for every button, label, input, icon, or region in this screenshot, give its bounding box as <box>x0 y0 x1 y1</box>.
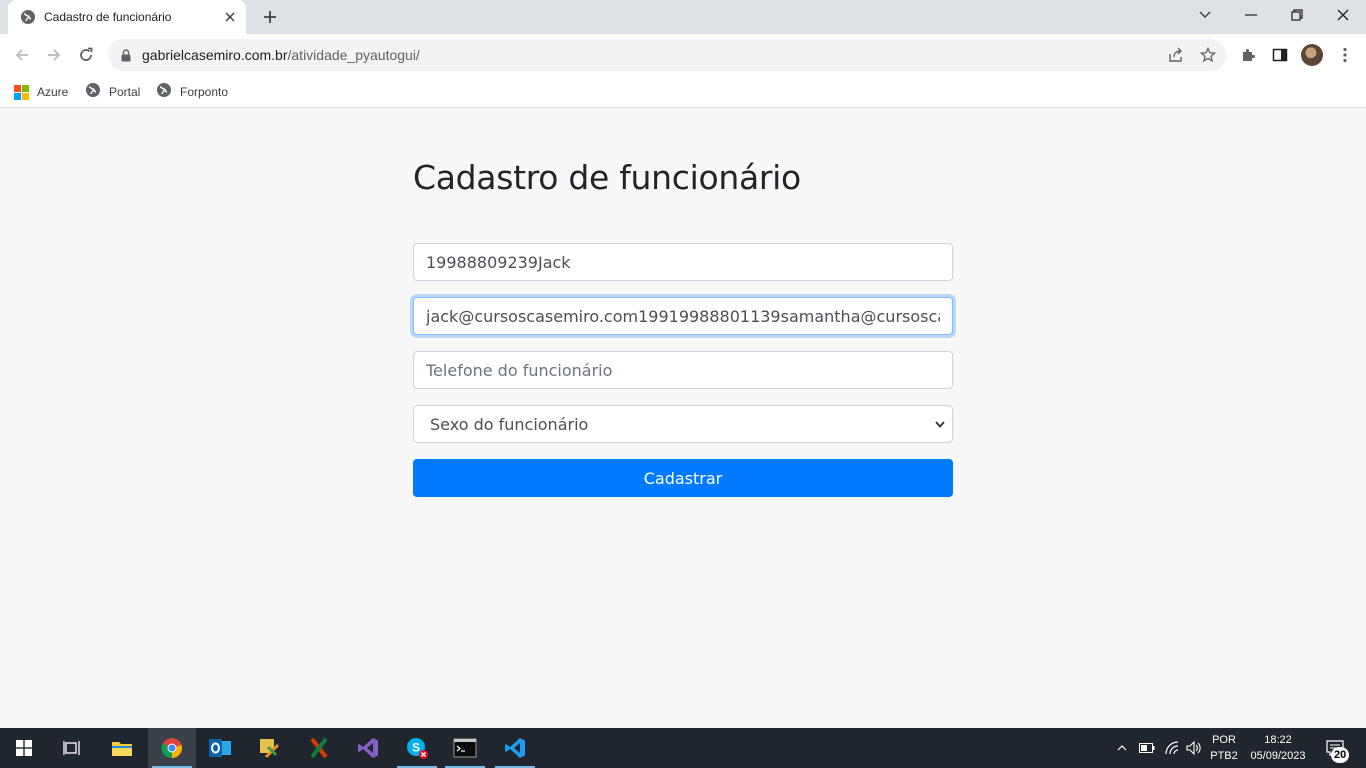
name-field[interactable] <box>413 243 953 281</box>
language-code: POR <box>1212 734 1236 746</box>
phone-field[interactable] <box>413 351 953 389</box>
keyboard-layout: PTB2 <box>1210 750 1238 762</box>
profile-avatar[interactable] <box>1301 44 1323 66</box>
url-path: /atividade_pyautogui/ <box>287 47 420 63</box>
chevron-down-icon <box>934 418 946 430</box>
tab-search-icon[interactable] <box>1182 0 1228 30</box>
outlook-icon[interactable] <box>196 728 244 768</box>
globe-icon <box>20 9 36 25</box>
reload-icon[interactable] <box>72 41 100 69</box>
side-panel-icon[interactable] <box>1268 43 1292 67</box>
close-window-icon[interactable] <box>1320 0 1366 30</box>
page-content: Cadastro de funcionário Sexo do funcioná… <box>0 109 1366 728</box>
terminal-icon[interactable] <box>441 728 489 768</box>
chrome-icon[interactable] <box>148 728 196 768</box>
excel-icon[interactable] <box>295 728 343 768</box>
address-bar[interactable]: gabrielcasemiro.com.br/atividade_pyautog… <box>108 39 1226 71</box>
volume-icon[interactable] <box>1184 728 1204 768</box>
start-icon[interactable] <box>0 728 48 768</box>
paint-tool-icon[interactable] <box>245 728 293 768</box>
menu-kebab-icon[interactable] <box>1333 43 1357 67</box>
task-view-icon[interactable] <box>48 728 96 768</box>
notification-count-badge: 20 <box>1331 747 1350 763</box>
wifi-icon[interactable] <box>1162 728 1182 768</box>
back-icon[interactable] <box>8 41 36 69</box>
tab-title: Cadastro de funcionário <box>44 10 172 24</box>
extensions-icon[interactable] <box>1236 43 1260 67</box>
svg-text:S: S <box>412 741 420 755</box>
language-indicator[interactable]: POR PTB2 <box>1206 728 1242 768</box>
sex-select-value: Sexo do funcionário <box>430 414 589 434</box>
share-icon[interactable] <box>1164 43 1188 67</box>
email-field[interactable] <box>413 297 953 335</box>
bookmark-star-icon[interactable] <box>1196 43 1220 67</box>
skype-icon[interactable]: S <box>393 728 441 768</box>
bookmark-label: Portal <box>109 85 141 99</box>
lock-icon[interactable] <box>120 48 132 62</box>
clock[interactable]: 18:22 05/09/2023 <box>1244 728 1312 768</box>
file-explorer-icon[interactable] <box>98 728 146 768</box>
microsoft-logo-icon <box>14 84 29 100</box>
close-tab-icon[interactable] <box>220 7 240 27</box>
forward-icon[interactable] <box>40 41 68 69</box>
clock-time: 18:22 <box>1264 734 1292 746</box>
visual-studio-icon[interactable] <box>344 728 392 768</box>
url-text: gabrielcasemiro.com.br/atividade_pyautog… <box>142 47 420 63</box>
minimize-icon[interactable] <box>1228 0 1274 30</box>
clock-date: 05/09/2023 <box>1250 750 1306 762</box>
bookmark-label: Forponto <box>180 85 229 99</box>
vscode-icon[interactable] <box>491 728 539 768</box>
windows-taskbar: S POR PTB2 18:22 05/09/2023 <box>0 728 1366 768</box>
new-tab-button[interactable] <box>258 6 282 28</box>
bookmark-azure[interactable]: Azure <box>14 82 68 102</box>
bookmark-forponto[interactable]: Forponto <box>156 82 228 102</box>
submit-button[interactable]: Cadastrar <box>413 459 953 497</box>
battery-icon[interactable] <box>1137 728 1157 768</box>
globe-icon <box>85 82 101 103</box>
bookmarks-bar: Azure Portal Forponto <box>0 76 1366 108</box>
sex-select[interactable]: Sexo do funcionário <box>413 405 953 443</box>
bookmark-portal[interactable]: Portal <box>85 82 140 102</box>
browser-tab[interactable]: Cadastro de funcionário <box>8 0 246 34</box>
browser-toolbar: gabrielcasemiro.com.br/atividade_pyautog… <box>0 34 1366 76</box>
chevron-up-icon[interactable] <box>1112 728 1132 768</box>
restore-icon[interactable] <box>1274 0 1320 30</box>
globe-icon <box>156 82 172 103</box>
bookmark-label: Azure <box>37 85 69 99</box>
url-domain: gabrielcasemiro.com.br <box>142 47 288 63</box>
page-title: Cadastro de funcionário <box>413 158 801 197</box>
tab-strip: Cadastro de funcionário <box>0 0 1366 34</box>
